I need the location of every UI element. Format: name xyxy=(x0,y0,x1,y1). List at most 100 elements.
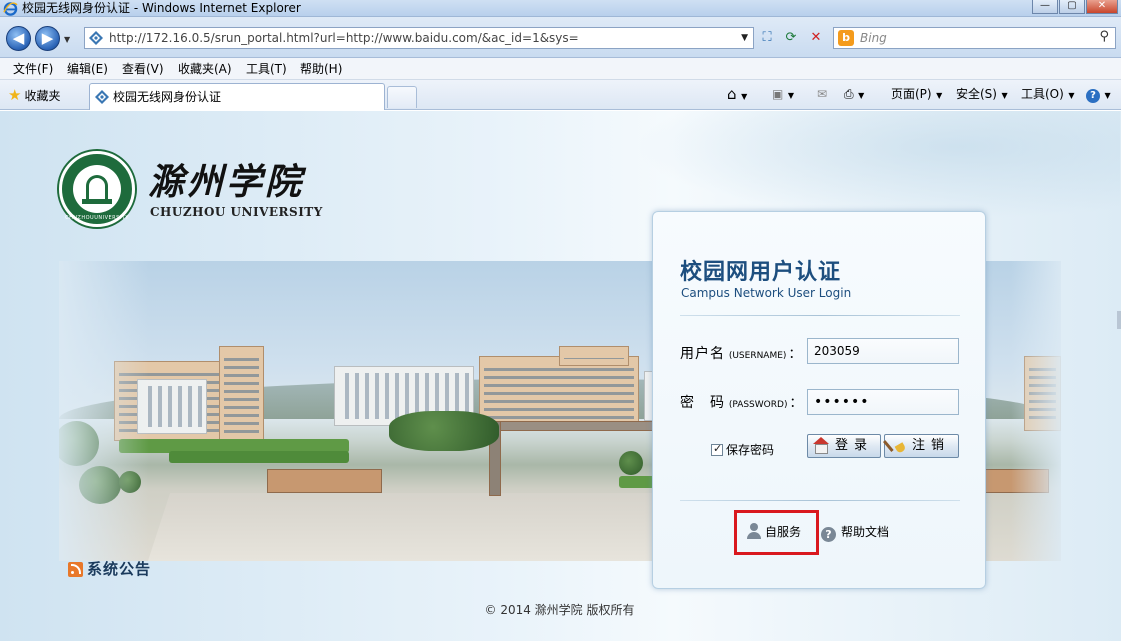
password-label-cn: 密 码 xyxy=(680,395,725,411)
stop-icon[interactable]: ✕ xyxy=(806,28,826,48)
menu-favorites[interactable]: 收藏夹(A) xyxy=(178,58,232,80)
close-window-button[interactable]: ✕ xyxy=(1086,0,1118,14)
refresh-icon[interactable]: ⟳ xyxy=(781,28,801,48)
photo-building xyxy=(559,346,629,366)
search-icon[interactable]: ⚲ xyxy=(1099,29,1109,44)
photo-fade-left xyxy=(59,261,149,561)
emblem-gate-shape xyxy=(86,175,108,201)
maximize-button[interactable]: ▢ xyxy=(1059,0,1085,14)
address-dropdown-icon[interactable]: ▼ xyxy=(741,28,748,48)
menu-file[interactable]: 文件(F) xyxy=(13,58,53,80)
window-title: 校园无线网身份认证 - Windows Internet Explorer xyxy=(22,1,301,15)
links-divider xyxy=(680,500,960,501)
photo-fade-right xyxy=(1011,261,1061,561)
password-input[interactable] xyxy=(807,389,959,415)
password-label: 密 码 (PASSWORD)： xyxy=(680,392,802,412)
help-dropdown-icon: ▼ xyxy=(1102,91,1111,100)
mail-command[interactable]: ✉ xyxy=(817,84,827,104)
menu-tools[interactable]: 工具(T) xyxy=(246,58,287,80)
university-emblem-logo: CHUZHOUUNIVERSITY xyxy=(59,151,135,227)
menu-edit[interactable]: 编辑(E) xyxy=(67,58,108,80)
forward-button[interactable]: ▶ xyxy=(35,26,60,51)
print-command[interactable]: ⎙ ▼ xyxy=(844,84,864,106)
home-command[interactable]: ⌂ ▼ xyxy=(727,84,747,107)
compatibility-view-icon[interactable]: ⛶ xyxy=(757,28,777,48)
favorites-button[interactable]: ★ 收藏夹 xyxy=(8,86,60,105)
tools-dropdown-icon: ▼ xyxy=(1065,91,1075,100)
feeds-dropdown-icon: ▼ xyxy=(785,91,795,100)
emblem-ring-text: CHUZHOUUNIVERSITY xyxy=(65,215,129,221)
search-field[interactable]: b Bing ⚲ xyxy=(833,27,1116,49)
login-button-label: 登录 xyxy=(835,438,874,453)
photo-gate-wall xyxy=(267,469,382,493)
photo-building xyxy=(479,356,639,426)
menu-view[interactable]: 查看(V) xyxy=(122,58,164,80)
user-icon xyxy=(747,523,761,539)
home-dropdown-icon: ▼ xyxy=(738,92,748,101)
self-service-link[interactable]: 自服务 xyxy=(747,523,801,540)
mail-icon: ✉ xyxy=(817,87,828,101)
copyright-footer: © 2014 滁州学院 版权所有 xyxy=(0,601,1121,618)
favorites-bar: ★ 收藏夹 校园无线网身份认证 ⌂ ▼ ▣ ▼ ✉ ⎙ ▼ 页面(P) ▼ 安全(… xyxy=(0,80,1121,110)
back-button[interactable]: ◀ xyxy=(6,26,31,51)
help-command[interactable]: ? ▼ xyxy=(1086,84,1111,106)
emblem-base-shape xyxy=(82,199,112,204)
photo-lawn xyxy=(169,451,349,463)
page-viewport: CHUZHOUUNIVERSITY 滁州学院 CHUZHOU UNIVERSIT… xyxy=(0,111,1121,641)
window-titlebar: 校园无线网身份认证 - Windows Internet Explorer — … xyxy=(0,0,1121,17)
checkbox-checked-icon xyxy=(711,442,723,456)
username-label-en: (USERNAME) xyxy=(728,351,787,361)
broom-icon xyxy=(889,436,906,453)
title-divider xyxy=(680,315,960,316)
tools-menu[interactable]: 工具(O) ▼ xyxy=(1021,84,1075,106)
login-panel: 校园网用户认证 Campus Network User Login 用户名 (U… xyxy=(652,211,986,589)
bing-icon: b xyxy=(838,30,854,46)
logout-button-label: 注销 xyxy=(912,438,951,453)
university-name-cn: 滁州学院 xyxy=(148,161,305,203)
remember-password-label: 保存密码 xyxy=(726,443,775,457)
new-tab-button[interactable] xyxy=(387,86,417,108)
tools-menu-label: 工具(O) xyxy=(1021,87,1064,101)
copyright-text: © 2014 滁州学院 版权所有 xyxy=(484,603,635,617)
menu-help[interactable]: 帮助(H) xyxy=(300,58,342,80)
favorites-label: 收藏夹 xyxy=(24,89,61,103)
help-circle-icon: ? xyxy=(1086,89,1100,103)
photo-tree xyxy=(389,411,499,451)
announcements-link[interactable]: 系统公告 xyxy=(68,558,151,579)
login-button[interactable]: 登录 xyxy=(807,434,881,458)
login-subtitle: Campus Network User Login xyxy=(681,286,852,300)
password-label-en: (PASSWORD) xyxy=(728,400,788,410)
self-service-label: 自服务 xyxy=(765,525,802,539)
photo-tree xyxy=(619,451,643,475)
minimize-button[interactable]: — xyxy=(1032,0,1058,14)
username-label: 用户名 (USERNAME)： xyxy=(680,343,801,363)
forward-arrow-icon: ▶ xyxy=(41,29,54,47)
address-field[interactable]: http://172.16.0.5/srun_portal.html?url=h… xyxy=(84,27,754,49)
page-menu[interactable]: 页面(P) ▼ xyxy=(891,84,942,106)
scrollbar-marker[interactable] xyxy=(1117,311,1121,329)
safety-menu[interactable]: 安全(S) ▼ xyxy=(956,84,1008,106)
home-icon: ⌂ xyxy=(727,85,737,103)
username-input[interactable] xyxy=(807,338,959,364)
address-toolbar: ◀ ▶ ▼ http://172.16.0.5/srun_portal.html… xyxy=(0,17,1121,58)
page-dropdown-icon: ▼ xyxy=(933,91,943,100)
rss-icon xyxy=(68,562,83,577)
feeds-command[interactable]: ▣ ▼ xyxy=(772,84,794,106)
help-docs-label: 帮助文档 xyxy=(841,525,890,539)
tab-portal[interactable]: 校园无线网身份认证 xyxy=(89,83,385,110)
print-dropdown-icon: ▼ xyxy=(855,91,865,100)
ie-logo-icon xyxy=(3,2,18,16)
university-name-en: CHUZHOU UNIVERSITY xyxy=(150,205,323,219)
login-title: 校园网用户认证 xyxy=(680,260,842,285)
menu-bar: 文件(F) 编辑(E) 查看(V) 收藏夹(A) 工具(T) 帮助(H) xyxy=(0,58,1121,80)
remember-password-checkbox[interactable]: 保存密码 xyxy=(711,441,774,458)
feeds-icon: ▣ xyxy=(772,87,784,101)
page-menu-label: 页面(P) xyxy=(891,87,932,101)
favorites-star-icon: ★ xyxy=(8,86,22,104)
help-docs-link[interactable]: ? 帮助文档 xyxy=(821,523,889,542)
logout-button[interactable]: 注销 xyxy=(884,434,959,458)
tab-favicon-icon xyxy=(95,90,109,104)
history-dropdown-icon[interactable]: ▼ xyxy=(64,35,70,44)
password-colon: ： xyxy=(789,396,803,411)
address-url: http://172.16.0.5/srun_portal.html?url=h… xyxy=(109,31,579,45)
